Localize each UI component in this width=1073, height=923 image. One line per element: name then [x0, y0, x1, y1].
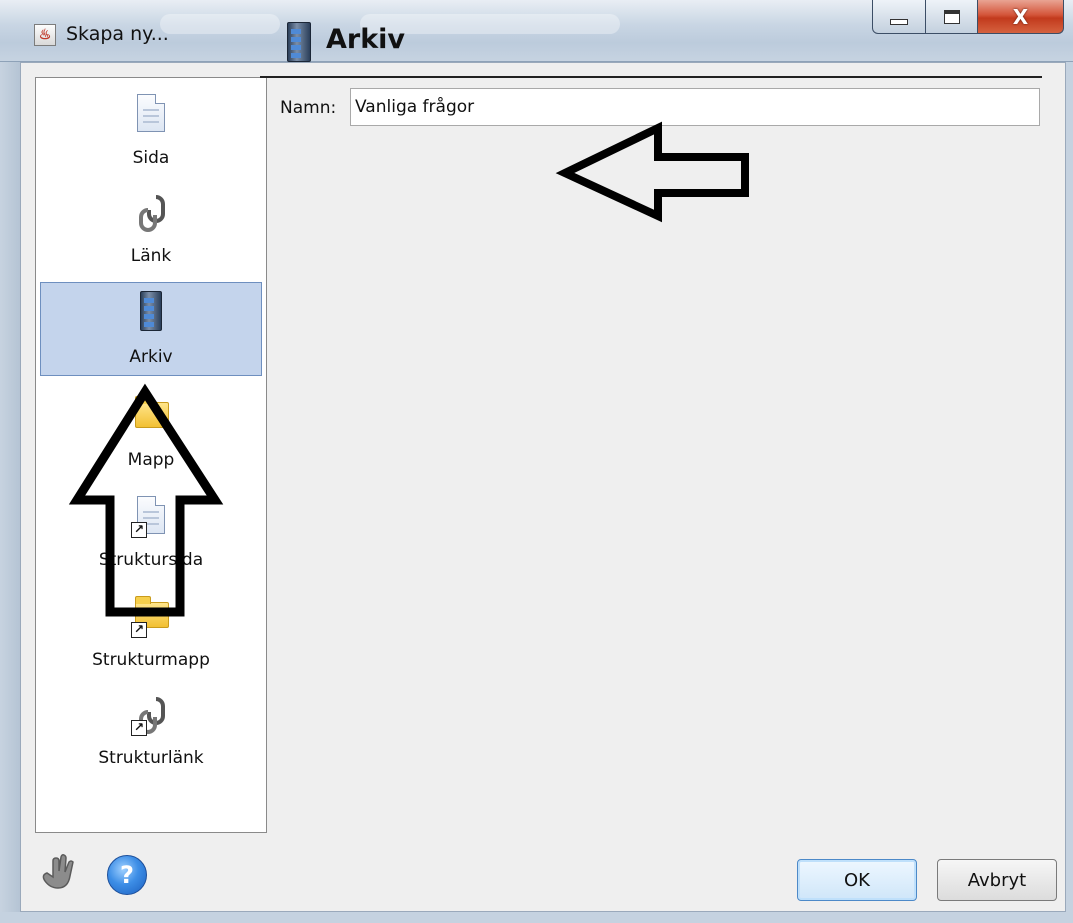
type-list: Sida Länk Arkiv Mapp ↗ Struktursida ↗ St…	[35, 77, 267, 833]
titlebar-glass	[160, 14, 280, 34]
type-item-label: Mapp	[127, 450, 175, 470]
window-frame-left	[0, 62, 20, 923]
maximize-button[interactable]	[926, 0, 978, 34]
type-item-arkiv[interactable]: Arkiv	[40, 282, 262, 376]
archive-server-icon	[131, 291, 171, 337]
type-item-label: Strukturlänk	[98, 748, 204, 768]
close-icon: X	[1012, 4, 1029, 29]
type-item-label: Strukturmapp	[92, 650, 210, 670]
link-icon	[131, 190, 171, 236]
type-item-label: Sida	[132, 148, 170, 168]
ok-button[interactable]: OK	[797, 859, 917, 901]
maximize-icon	[943, 9, 960, 24]
shortcut-folder-icon: ↗	[131, 594, 171, 640]
page-icon	[131, 92, 171, 138]
type-item-mapp[interactable]: Mapp	[40, 384, 262, 478]
shortcut-arrow-icon: ↗	[131, 522, 147, 538]
type-item-strukturlank[interactable]: ↗ Strukturlänk	[40, 682, 262, 776]
java-cup-icon: ♨	[34, 24, 56, 46]
type-item-struktursida[interactable]: ↗ Struktursida	[40, 484, 262, 578]
cancel-button[interactable]: Avbryt	[937, 859, 1057, 901]
dialog-content: Sida Länk Arkiv Mapp ↗ Struktursida ↗ St…	[20, 62, 1066, 912]
minimize-icon	[890, 18, 908, 25]
shortcut-arrow-icon: ↗	[131, 720, 147, 736]
shortcut-arrow-icon: ↗	[131, 622, 147, 638]
window-title: Skapa ny...	[66, 23, 169, 45]
minimize-button[interactable]	[872, 0, 926, 34]
window-frame-right	[1066, 62, 1073, 923]
type-item-label: Struktursida	[98, 550, 204, 570]
shortcut-page-icon: ↗	[131, 494, 171, 540]
type-item-label: Länk	[130, 246, 172, 266]
type-item-sida[interactable]: Sida	[40, 82, 262, 176]
name-label: Namn:	[280, 98, 337, 118]
type-item-lank[interactable]: Länk	[40, 180, 262, 274]
folder-icon	[131, 394, 171, 440]
shortcut-link-icon: ↗	[131, 692, 171, 738]
page-title: Arkiv	[326, 24, 406, 55]
name-input[interactable]	[350, 88, 1040, 126]
title-bar: ♨ Skapa ny... X	[0, 0, 1073, 62]
type-item-label: Arkiv	[129, 347, 173, 367]
window-frame-bottom	[0, 912, 1073, 923]
help-button[interactable]: ?	[107, 855, 147, 895]
hand-icon	[42, 854, 74, 889]
close-button[interactable]: X	[978, 0, 1064, 34]
header-divider	[260, 76, 1042, 78]
type-item-strukturmapp[interactable]: ↗ Strukturmapp	[40, 584, 262, 678]
archive-server-icon	[287, 20, 311, 64]
